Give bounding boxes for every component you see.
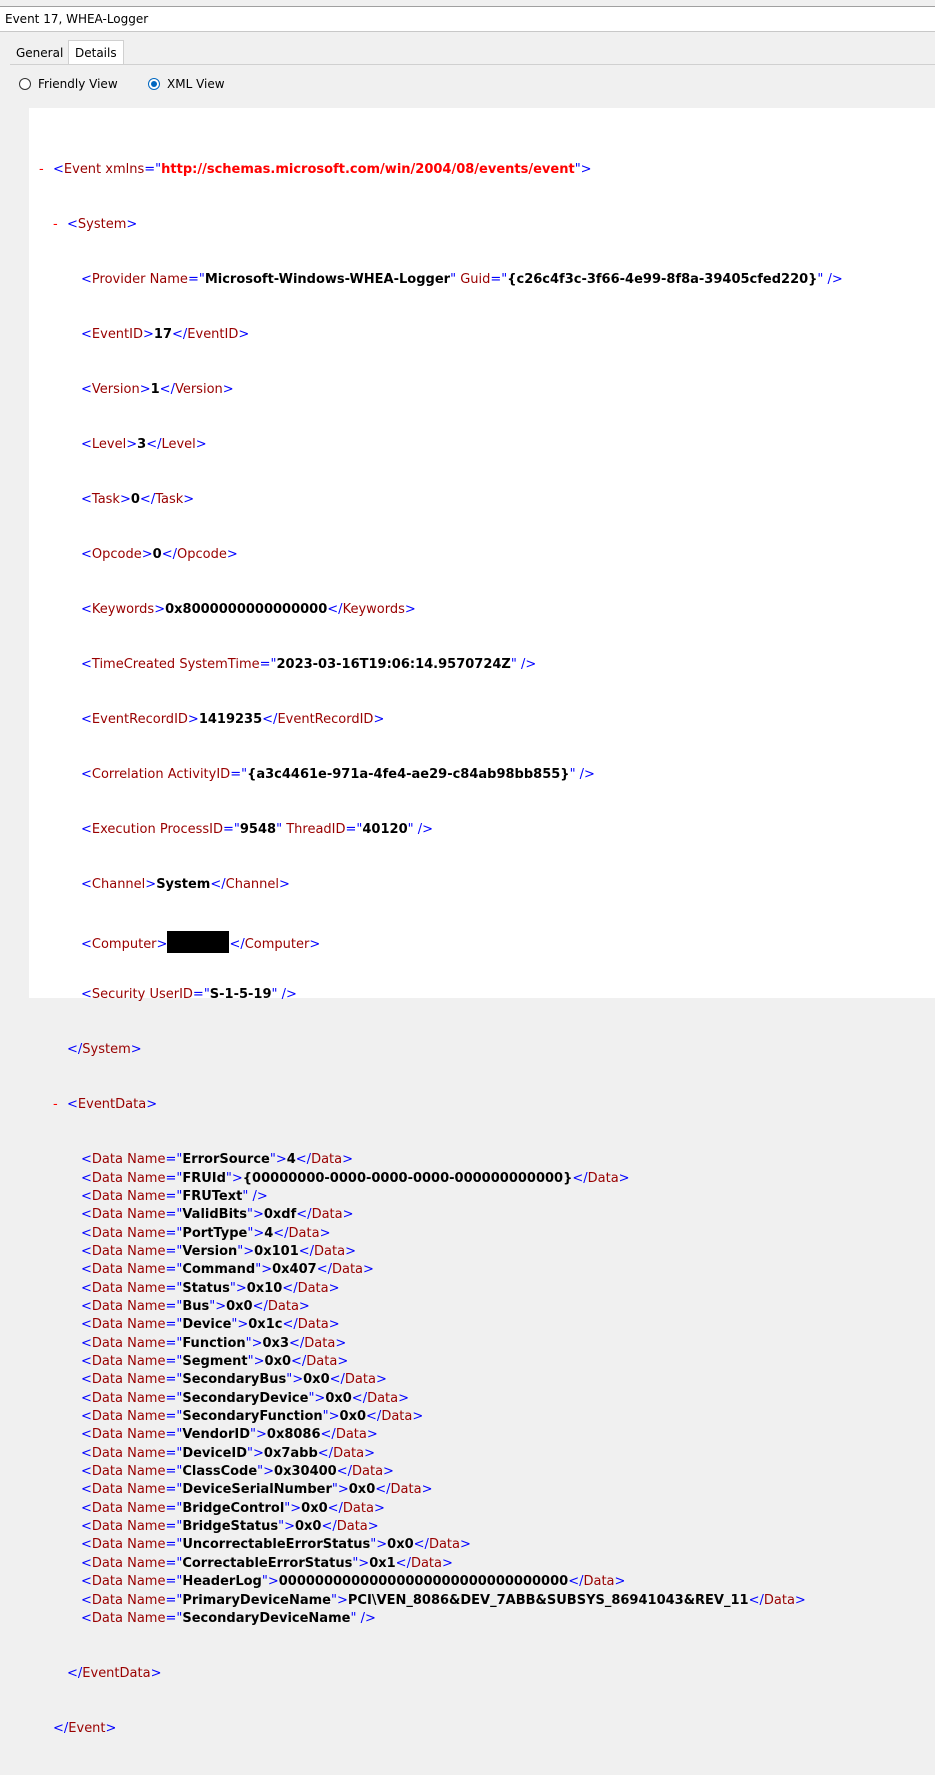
friendly-view-label: Friendly View xyxy=(38,77,118,91)
eventdata-close-line: </EventData> xyxy=(67,1665,162,1681)
event-data-row: <Data Name="BridgeControl">0x0</Data> xyxy=(81,1500,385,1516)
opcode-line: <Opcode>0</Opcode> xyxy=(81,546,238,562)
event-data-row: <Data Name="Version">0x101</Data> xyxy=(81,1243,356,1259)
redacted-computer-name xyxy=(167,931,230,954)
tab-general[interactable]: General xyxy=(10,42,69,64)
event-data-row: <Data Name="HeaderLog">00000000000000000… xyxy=(81,1574,626,1590)
friendly-view-radio[interactable]: Friendly View xyxy=(19,76,118,92)
event-data-row: <Data Name="Command">0x407</Data> xyxy=(81,1262,374,1278)
event-close-line: </Event> xyxy=(53,1720,117,1736)
event-data-row: <Data Name="PortType">4</Data> xyxy=(81,1225,331,1241)
event-data-row: <Data Name="FRUId">{00000000-0000-0000-0… xyxy=(81,1170,630,1186)
eventid-line: <EventID>17</EventID> xyxy=(81,326,250,342)
level-line: <Level>3</Level> xyxy=(81,436,207,452)
event-data-row: <Data Name="DeviceID">0x7abb</Data> xyxy=(81,1445,376,1461)
event-data-row: <Data Name="Bus">0x0</Data> xyxy=(81,1299,310,1314)
keywords-line: <Keywords>0x8000000000000000</Keywords> xyxy=(81,601,416,617)
event-data-row: <Data Name="UncorrectableErrorStatus">0x… xyxy=(81,1537,471,1553)
execution-line: <Execution ProcessID="9548" ThreadID="40… xyxy=(81,822,434,838)
provider-line: <Provider Name="Microsoft-Windows-WHEA-L… xyxy=(81,271,843,287)
system-open-line: - <System> xyxy=(29,216,843,234)
xml-view-radio[interactable]: XML View xyxy=(148,76,225,92)
xml-view-pane[interactable]: - <Event xmlns="http://schemas.microsoft.… xyxy=(29,108,935,1736)
xml-tree: - <Event xmlns="http://schemas.microsoft.… xyxy=(29,124,843,1775)
xmlns-value: http://schemas.microsoft.com/win/2004/08… xyxy=(161,161,575,177)
event-data-row: <Data Name="VendorID">0x8086</Data> xyxy=(81,1427,378,1443)
version-line: <Version>1</Version> xyxy=(81,381,234,397)
correlation-line: <Correlation ActivityID="{a3c4461e-971a-… xyxy=(81,767,595,783)
system-close-line: </System> xyxy=(67,1042,142,1058)
event-data-row: <Data Name="PrimaryDeviceName">PCI\VEN_8… xyxy=(81,1592,806,1608)
event-data-row: <Data Name="BridgeStatus">0x0</Data> xyxy=(81,1519,379,1535)
channel-line: <Channel>System</Channel> xyxy=(81,877,290,893)
event-data-row: <Data Name="DeviceSerialNumber">0x0</Dat… xyxy=(81,1482,433,1498)
radio-selected-icon xyxy=(148,78,160,90)
xml-view-label: XML View xyxy=(167,77,225,91)
event-data-row: <Data Name="SecondaryDeviceName" /> xyxy=(81,1610,376,1626)
event-data-row: <Data Name="SecondaryFunction">0x0</Data… xyxy=(81,1409,424,1425)
tab-details[interactable]: Details xyxy=(68,40,124,65)
event-data-row: <Data Name="Function">0x3</Data> xyxy=(81,1335,347,1351)
event-open-line: - <Event xmlns="http://schemas.microsoft.… xyxy=(29,161,843,179)
event-data-row: <Data Name="ClassCode">0x30400</Data> xyxy=(81,1464,394,1480)
window-top-border xyxy=(0,0,935,7)
event-title: Event 17, WHEA-Logger xyxy=(5,12,149,26)
event-title-bar: Event 17, WHEA-Logger xyxy=(0,7,935,32)
timecreated-line: <TimeCreated SystemTime="2023-03-16T19:0… xyxy=(81,656,537,672)
task-line: <Task>0</Task> xyxy=(81,491,195,507)
event-data-row: <Data Name="Device">0x1c</Data> xyxy=(81,1317,340,1333)
event-data-row: <Data Name="Segment">0x0</Data> xyxy=(81,1354,349,1370)
computer-line: <Computer> </Computer> xyxy=(29,931,843,954)
event-data-list: <Data Name="ErrorSource">4</Data> <Data N… xyxy=(29,1151,843,1628)
event-data-row: <Data Name="SecondaryDevice">0x0</Data> xyxy=(81,1390,410,1406)
collapse-eventdata-toggle[interactable]: - xyxy=(53,1096,67,1114)
event-data-row: <Data Name="Status">0x10</Data> xyxy=(81,1280,340,1296)
event-data-row: <Data Name="ValidBits">0xdf</Data> xyxy=(81,1207,354,1223)
eventrecordid-line: <EventRecordID>1419235</EventRecordID> xyxy=(81,712,385,727)
event-data-row: <Data Name="ErrorSource">4</Data> xyxy=(81,1152,354,1168)
event-data-row: <Data Name="SecondaryBus">0x0</Data> xyxy=(81,1372,387,1388)
radio-unselected-icon xyxy=(19,78,31,90)
eventdata-open-line: - <EventData> xyxy=(29,1096,843,1114)
event-data-row: <Data Name="CorrectableErrorStatus">0x1<… xyxy=(81,1555,453,1571)
event-data-row: <Data Name="FRUText" /> xyxy=(81,1188,268,1204)
security-line: <Security UserID="S-1-5-19" /> xyxy=(81,987,297,1003)
collapse-event-toggle[interactable]: - xyxy=(39,161,53,179)
collapse-system-toggle[interactable]: - xyxy=(53,216,67,234)
